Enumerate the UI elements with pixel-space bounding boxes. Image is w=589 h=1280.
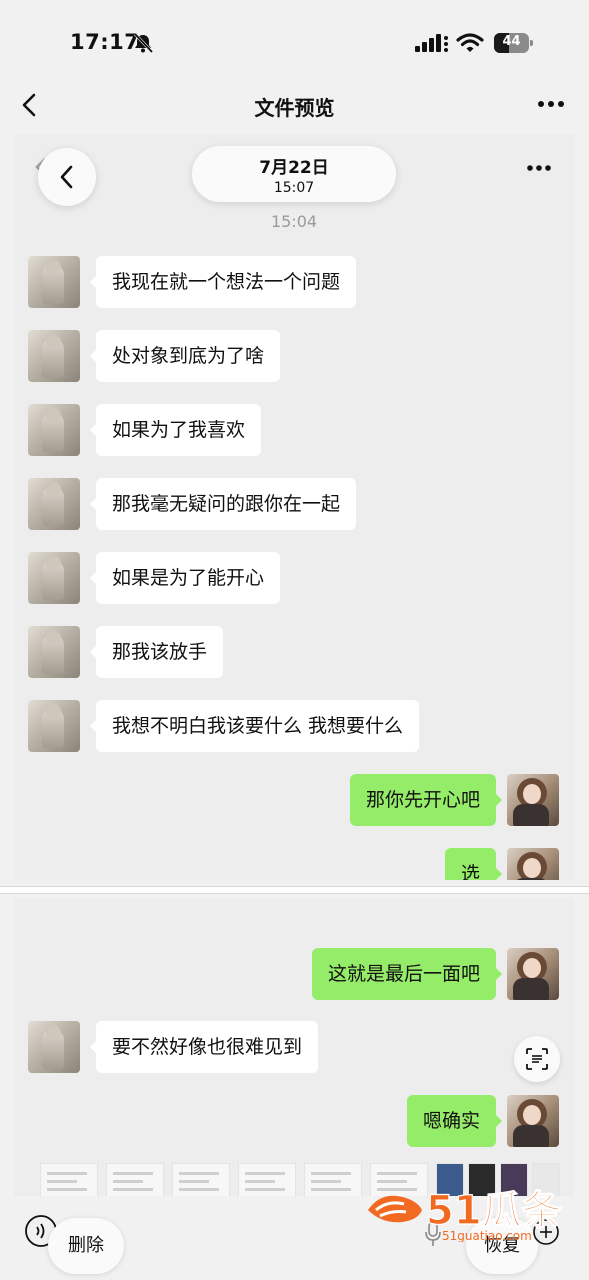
screenshot-divider <box>0 886 589 894</box>
message-bubble[interactable]: 那你先开心吧 <box>349 774 503 826</box>
message-bubble[interactable]: 这就是最后一面吧 <box>311 948 503 1000</box>
message-bubble[interactable]: 那我毫无疑问的跟你在一起 <box>89 478 357 530</box>
message-row: 那你先开心吧 <box>14 774 574 834</box>
thumbnail[interactable] <box>40 1163 98 1197</box>
date-sub: 15:07 <box>273 180 315 196</box>
message-row: 嗯确实 <box>14 1095 574 1155</box>
message-bubble[interactable]: 如果是为了能开心 <box>89 552 281 604</box>
message-row: 那我毫无疑问的跟你在一起 <box>14 478 574 538</box>
message-row: 这就是最后一面吧 <box>14 948 574 1008</box>
status-bar: 17:17 44 <box>0 0 589 80</box>
more-icon[interactable] <box>526 164 552 172</box>
message-bubble[interactable]: 如果为了我喜欢 <box>89 404 262 456</box>
contact-avatar[interactable] <box>28 256 80 308</box>
contact-avatar[interactable] <box>28 1021 80 1073</box>
message-bubble[interactable]: 处对象到底为了啥 <box>89 330 281 382</box>
message-row: 如果是为了能开心 <box>14 552 574 612</box>
message-bubble[interactable]: 我想不明白我该要什么 我想要什么 <box>89 700 420 752</box>
my-avatar[interactable] <box>507 1095 559 1147</box>
message-row: 我想不明白我该要什么 我想要什么 <box>14 700 574 760</box>
contact-avatar[interactable] <box>28 700 80 752</box>
date-main: 7月22日 <box>259 158 329 178</box>
message-row: 我现在就一个想法一个问题 <box>14 256 574 316</box>
more-icon[interactable] <box>537 100 565 108</box>
message-bubble[interactable]: 选 <box>444 848 503 880</box>
battery-level: 44 <box>502 34 521 49</box>
message-row: 那我该放手 <box>14 626 574 686</box>
thumbnail[interactable] <box>238 1163 296 1197</box>
thumbnail[interactable] <box>172 1163 230 1197</box>
page-title: 文件预览 <box>254 96 335 120</box>
nav-bar: 文件预览 <box>0 80 589 134</box>
contact-avatar[interactable] <box>28 404 80 456</box>
my-avatar[interactable] <box>507 948 559 1000</box>
watermark-domain: 51guatiao.com <box>442 1229 532 1242</box>
message-bubble[interactable]: 我现在就一个想法一个问题 <box>89 256 357 308</box>
delete-button[interactable]: 删除 <box>48 1218 124 1274</box>
status-time: 17:17 <box>70 30 140 54</box>
contact-avatar[interactable] <box>28 552 80 604</box>
bell-muted-icon <box>133 32 154 54</box>
scan-icon <box>526 1048 548 1070</box>
watermark-brand: 51瓜条 <box>426 1188 562 1234</box>
my-avatar[interactable] <box>507 848 559 880</box>
thumbnail[interactable] <box>304 1163 362 1197</box>
message-row: 要不然好像也很难见到 <box>14 1021 574 1081</box>
my-avatar[interactable] <box>507 774 559 826</box>
back-chevron-icon <box>60 165 73 189</box>
message-bubble[interactable]: 要不然好像也很难见到 <box>89 1021 319 1073</box>
signal-icon <box>415 34 448 52</box>
contact-avatar[interactable] <box>28 626 80 678</box>
contact-avatar[interactable] <box>28 330 80 382</box>
chat-back-button[interactable] <box>38 148 96 206</box>
chat-timestamp: 15:04 <box>270 212 318 231</box>
message-row: 选 <box>14 848 574 880</box>
battery-icon: 44 <box>494 33 534 53</box>
message-row: 处对象到底为了啥 <box>14 330 574 390</box>
watermark-logo: 51瓜条 51guatiao.com <box>368 1187 562 1242</box>
message-bubble[interactable]: 嗯确实 <box>406 1095 503 1147</box>
thumbnail[interactable] <box>106 1163 164 1197</box>
contact-avatar[interactable] <box>28 478 80 530</box>
date-pill[interactable]: 7月22日 15:07 <box>192 146 396 202</box>
message-bubble[interactable]: 那我该放手 <box>89 626 224 678</box>
wifi-icon <box>456 33 484 52</box>
message-row: 如果为了我喜欢 <box>14 404 574 464</box>
scan-button[interactable] <box>514 1036 560 1082</box>
chat-screenshot-top: 7月22日 15:07 15:04 我现在就一个想法一个问题 处对象到底为了啥 如果… <box>14 134 574 880</box>
